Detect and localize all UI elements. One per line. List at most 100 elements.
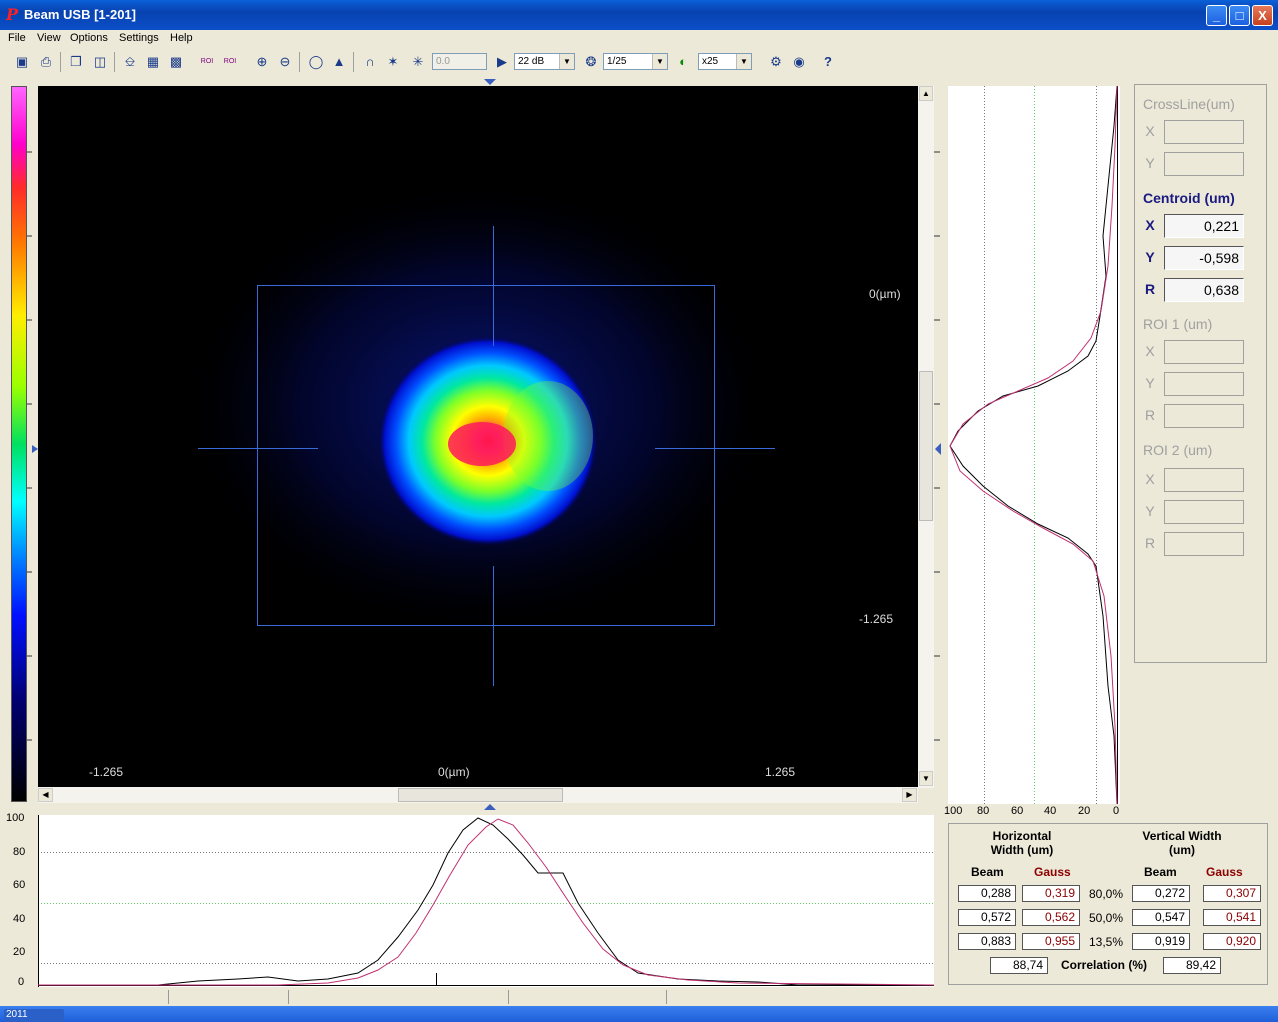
roi1-x-label: X: [1145, 343, 1155, 359]
hprofile-tick: 80: [13, 846, 26, 858]
menu-help[interactable]: Help: [170, 32, 193, 44]
3d-view-icon[interactable]: ▲: [329, 52, 349, 72]
toolbar-separator: [60, 52, 61, 72]
crossline-x-label: X: [1145, 123, 1155, 139]
zoom-in-icon[interactable]: ⊕: [252, 52, 272, 72]
help-icon[interactable]: ?: [818, 52, 838, 72]
roi2-y-field[interactable]: [1164, 500, 1244, 524]
taskbar-item[interactable]: 2011: [4, 1009, 64, 1022]
roi2-icon[interactable]: ROI: [220, 52, 240, 72]
toolbar-separator: [114, 52, 115, 72]
print-icon[interactable]: ⎙: [36, 52, 56, 72]
close-button[interactable]: X: [1252, 5, 1273, 26]
taskbar: 2011: [0, 1006, 1278, 1022]
minimize-button[interactable]: _: [1206, 5, 1227, 26]
centroid-title: Centroid (um): [1143, 190, 1235, 206]
beam-image-panel[interactable]: -1.265 0(µm) 1.265 0(µm) -1.265: [38, 86, 918, 788]
crosshair-icon[interactable]: ✶: [383, 52, 403, 72]
vertical-scroll-thumb[interactable]: [919, 371, 933, 521]
horizontal-scrollbar[interactable]: ◀ ▶: [38, 787, 918, 803]
roi1-y-label: Y: [1145, 375, 1155, 391]
vertical-scrollbar[interactable]: ▲ ▼: [918, 86, 934, 788]
centroid-x-field[interactable]: 0,221: [1164, 214, 1244, 238]
bottom-marker-icon[interactable]: [484, 803, 496, 811]
crossline-y-label: Y: [1145, 155, 1155, 171]
gain-icon[interactable]: ▶: [492, 52, 512, 72]
menu-file[interactable]: File: [8, 32, 26, 44]
centroid-y-field[interactable]: -0,598: [1164, 246, 1244, 270]
exposure-select[interactable]: 1/25 ▼: [603, 53, 668, 70]
averaging-select[interactable]: x25 ▼: [698, 53, 752, 70]
crossline-y-field[interactable]: [1164, 152, 1244, 176]
settings-icon[interactable]: ⚙: [766, 52, 786, 72]
camera-icon[interactable]: ⎒: [120, 52, 140, 72]
hprofile-tick: 40: [13, 913, 26, 925]
maximize-button[interactable]: □: [1229, 5, 1250, 26]
y-axis-mid-label: 0(µm): [869, 287, 901, 301]
roi1-x-field[interactable]: [1164, 340, 1244, 364]
averaging-icon[interactable]: ◐: [673, 52, 693, 72]
clipboard-icon[interactable]: ◫: [90, 52, 110, 72]
chevron-down-icon: ▼: [652, 54, 667, 69]
menu-options[interactable]: Options: [70, 32, 108, 44]
scroll-up-icon[interactable]: ▲: [919, 86, 933, 101]
toolbar-separator: [353, 52, 354, 72]
chevron-down-icon: ▼: [736, 54, 751, 69]
status-pane: [288, 990, 509, 1004]
h-beam-80: 0,288: [958, 885, 1016, 902]
v-gauss-13: 0,920: [1203, 933, 1261, 950]
copy-icon[interactable]: ❐: [66, 52, 86, 72]
window-title: Beam USB [1-201]: [24, 7, 136, 22]
roi1-r-field[interactable]: [1164, 404, 1244, 428]
menu-bar: File View Options Settings Help: [0, 30, 1278, 48]
status-pane: [168, 990, 289, 1004]
offset-value: 0.0: [436, 56, 450, 67]
centroid-r-label: R: [1144, 281, 1156, 297]
h-gauss-80: 0,319: [1022, 885, 1080, 902]
measurement-panel: CrossLine(um) X Y Centroid (um) X 0,221 …: [1134, 84, 1267, 663]
vertical-profile-axis: 100 80 60 40 20 0: [944, 805, 1124, 821]
v-gauss-header: Gauss: [1206, 865, 1243, 879]
scroll-right-icon[interactable]: ▶: [902, 788, 917, 802]
centroid-r-field[interactable]: 0,638: [1164, 278, 1244, 302]
crossline-x-field[interactable]: [1164, 120, 1244, 144]
menu-view[interactable]: View: [37, 32, 61, 44]
gain-select[interactable]: 22 dB ▼: [514, 53, 575, 70]
roi2-title: ROI 2 (um): [1143, 442, 1213, 458]
v-gauss-80: 0,307: [1203, 885, 1261, 902]
shutter-icon[interactable]: ❂: [581, 52, 601, 72]
roi2-r-field[interactable]: [1164, 532, 1244, 556]
ellipse-icon[interactable]: ◯: [306, 52, 326, 72]
roi2-x-field[interactable]: [1164, 468, 1244, 492]
averaging-value: x25: [702, 56, 719, 67]
roi1-title: ROI 1 (um): [1143, 316, 1213, 332]
menu-settings[interactable]: Settings: [119, 32, 159, 44]
x-axis-max-label: 1.265: [765, 765, 796, 779]
lamp-icon[interactable]: ◉: [789, 52, 809, 72]
open-icon[interactable]: ▣: [12, 52, 32, 72]
h-beam-header: Beam: [971, 865, 1004, 879]
app-icon[interactable]: P: [6, 7, 20, 23]
v-beam-50: 0,547: [1132, 909, 1190, 926]
scroll-down-icon[interactable]: ▼: [919, 771, 933, 786]
profile-icon[interactable]: ∩: [360, 52, 380, 72]
x-axis-min-label: -1.265: [89, 765, 124, 779]
h-beam-13: 0,883: [958, 933, 1016, 950]
beam-image: [178, 176, 778, 686]
crossline-title: CrossLine(um): [1143, 96, 1235, 112]
horizontal-scroll-thumb[interactable]: [398, 788, 563, 802]
roi1-icon[interactable]: ROI: [197, 52, 217, 72]
offset-stepper[interactable]: 0.0: [432, 53, 487, 70]
zoom-out-icon[interactable]: ⊖: [275, 52, 295, 72]
beam-width-panel: Horizontal Width (um) Vertical Width (um…: [948, 823, 1268, 985]
star-icon[interactable]: ✳: [408, 52, 428, 72]
scroll-left-icon[interactable]: ◀: [38, 788, 53, 802]
level-13-label: 13,5%: [1089, 935, 1124, 949]
vprofile-tick: 0: [1113, 805, 1120, 817]
frame-icon[interactable]: ▩: [166, 52, 186, 72]
film-icon[interactable]: ▦: [143, 52, 163, 72]
roi1-y-field[interactable]: [1164, 372, 1244, 396]
correlation-label: Correlation (%): [1061, 958, 1148, 972]
top-marker-icon[interactable]: [484, 78, 496, 86]
vprofile-tick: 60: [1011, 805, 1024, 817]
